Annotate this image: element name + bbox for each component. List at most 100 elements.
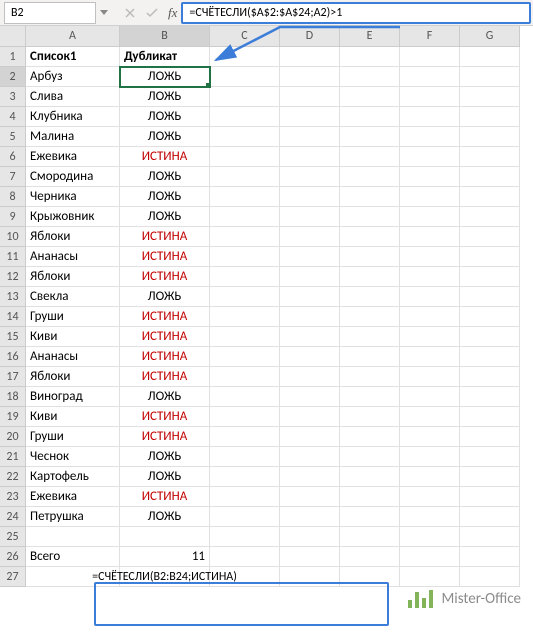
cell-A20[interactable]: Груши: [26, 427, 120, 447]
enter-formula-button[interactable]: [142, 3, 162, 23]
row-header-5[interactable]: 5: [0, 127, 26, 147]
cell-C13[interactable]: [210, 287, 280, 307]
cell-G2[interactable]: [460, 67, 520, 87]
cell-C15[interactable]: [210, 327, 280, 347]
cell-E20[interactable]: [340, 427, 400, 447]
cell-E5[interactable]: [340, 127, 400, 147]
cell-F7[interactable]: [400, 167, 460, 187]
cell-E2[interactable]: [340, 67, 400, 87]
cell-D1[interactable]: [280, 47, 340, 67]
cell-E10[interactable]: [340, 227, 400, 247]
cell-F27[interactable]: [400, 567, 460, 587]
row-header-4[interactable]: 4: [0, 107, 26, 127]
row-header-3[interactable]: 3: [0, 87, 26, 107]
cell-D23[interactable]: [280, 487, 340, 507]
cell-C5[interactable]: [210, 127, 280, 147]
cell-B21[interactable]: ЛОЖЬ: [120, 447, 210, 467]
cell-D26[interactable]: [280, 547, 340, 567]
cell-E22[interactable]: [340, 467, 400, 487]
cell-D6[interactable]: [280, 147, 340, 167]
cell-E15[interactable]: [340, 327, 400, 347]
cell-C4[interactable]: [210, 107, 280, 127]
cell-C6[interactable]: [210, 147, 280, 167]
cell-C1[interactable]: [210, 47, 280, 67]
cell-E17[interactable]: [340, 367, 400, 387]
name-box[interactable]: B2: [4, 2, 96, 24]
cell-G26[interactable]: [460, 547, 520, 567]
formula-input[interactable]: =СЧЁТЕСЛИ($A$2:$A$24;A2)>1: [181, 2, 531, 24]
cell-D8[interactable]: [280, 187, 340, 207]
row-header-27[interactable]: 27: [0, 567, 26, 587]
cell-F25[interactable]: [400, 527, 460, 547]
cell-C21[interactable]: [210, 447, 280, 467]
row-header-18[interactable]: 18: [0, 387, 26, 407]
cell-F13[interactable]: [400, 287, 460, 307]
cell-G1[interactable]: [460, 47, 520, 67]
cell-G23[interactable]: [460, 487, 520, 507]
cell-E25[interactable]: [340, 527, 400, 547]
cell-F26[interactable]: [400, 547, 460, 567]
column-header-B[interactable]: B: [120, 26, 210, 47]
cell-E19[interactable]: [340, 407, 400, 427]
cell-D15[interactable]: [280, 327, 340, 347]
cell-B26[interactable]: 11: [120, 547, 210, 567]
cell-C22[interactable]: [210, 467, 280, 487]
cell-C12[interactable]: [210, 267, 280, 287]
cell-A23[interactable]: Ежевика: [26, 487, 120, 507]
cell-G6[interactable]: [460, 147, 520, 167]
cell-F24[interactable]: [400, 507, 460, 527]
row-header-8[interactable]: 8: [0, 187, 26, 207]
cell-D21[interactable]: [280, 447, 340, 467]
row-header-11[interactable]: 11: [0, 247, 26, 267]
cell-G13[interactable]: [460, 287, 520, 307]
row-header-20[interactable]: 20: [0, 427, 26, 447]
cell-F4[interactable]: [400, 107, 460, 127]
cell-A12[interactable]: Яблоки: [26, 267, 120, 287]
column-header-D[interactable]: D: [280, 26, 340, 47]
cell-B9[interactable]: ЛОЖЬ: [120, 207, 210, 227]
cell-B12[interactable]: ИСТИНА: [120, 267, 210, 287]
cell-B1[interactable]: Дубликат: [120, 47, 210, 67]
cell-F16[interactable]: [400, 347, 460, 367]
cell-C27[interactable]: [210, 567, 280, 587]
cell-A25[interactable]: [26, 527, 120, 547]
cell-E7[interactable]: [340, 167, 400, 187]
cell-D14[interactable]: [280, 307, 340, 327]
cell-D16[interactable]: [280, 347, 340, 367]
cell-C2[interactable]: [210, 67, 280, 87]
cell-G7[interactable]: [460, 167, 520, 187]
cell-B27[interactable]: =СЧЁТЕСЛИ(B2:B24;ИСТИНА): [120, 567, 210, 587]
cell-B18[interactable]: ЛОЖЬ: [120, 387, 210, 407]
cell-A5[interactable]: Малина: [26, 127, 120, 147]
cell-D3[interactable]: [280, 87, 340, 107]
cell-A3[interactable]: Слива: [26, 87, 120, 107]
cell-C24[interactable]: [210, 507, 280, 527]
cell-D27[interactable]: [280, 567, 340, 587]
cell-E21[interactable]: [340, 447, 400, 467]
cell-B6[interactable]: ИСТИНА: [120, 147, 210, 167]
row-header-14[interactable]: 14: [0, 307, 26, 327]
row-header-17[interactable]: 17: [0, 367, 26, 387]
cell-B4[interactable]: ЛОЖЬ: [120, 107, 210, 127]
cell-A10[interactable]: Яблоки: [26, 227, 120, 247]
cell-C17[interactable]: [210, 367, 280, 387]
cell-E23[interactable]: [340, 487, 400, 507]
cell-A11[interactable]: Ананасы: [26, 247, 120, 267]
cell-B7[interactable]: ЛОЖЬ: [120, 167, 210, 187]
row-header-22[interactable]: 22: [0, 467, 26, 487]
cell-B3[interactable]: ЛОЖЬ: [120, 87, 210, 107]
cell-D17[interactable]: [280, 367, 340, 387]
cell-A16[interactable]: Ананасы: [26, 347, 120, 367]
row-header-13[interactable]: 13: [0, 287, 26, 307]
cell-D24[interactable]: [280, 507, 340, 527]
cell-B14[interactable]: ИСТИНА: [120, 307, 210, 327]
cell-D22[interactable]: [280, 467, 340, 487]
cell-F21[interactable]: [400, 447, 460, 467]
cell-A8[interactable]: Черника: [26, 187, 120, 207]
cell-A14[interactable]: Груши: [26, 307, 120, 327]
cell-B11[interactable]: ИСТИНА: [120, 247, 210, 267]
cell-D11[interactable]: [280, 247, 340, 267]
cell-G12[interactable]: [460, 267, 520, 287]
column-header-G[interactable]: G: [460, 26, 520, 47]
cell-C3[interactable]: [210, 87, 280, 107]
